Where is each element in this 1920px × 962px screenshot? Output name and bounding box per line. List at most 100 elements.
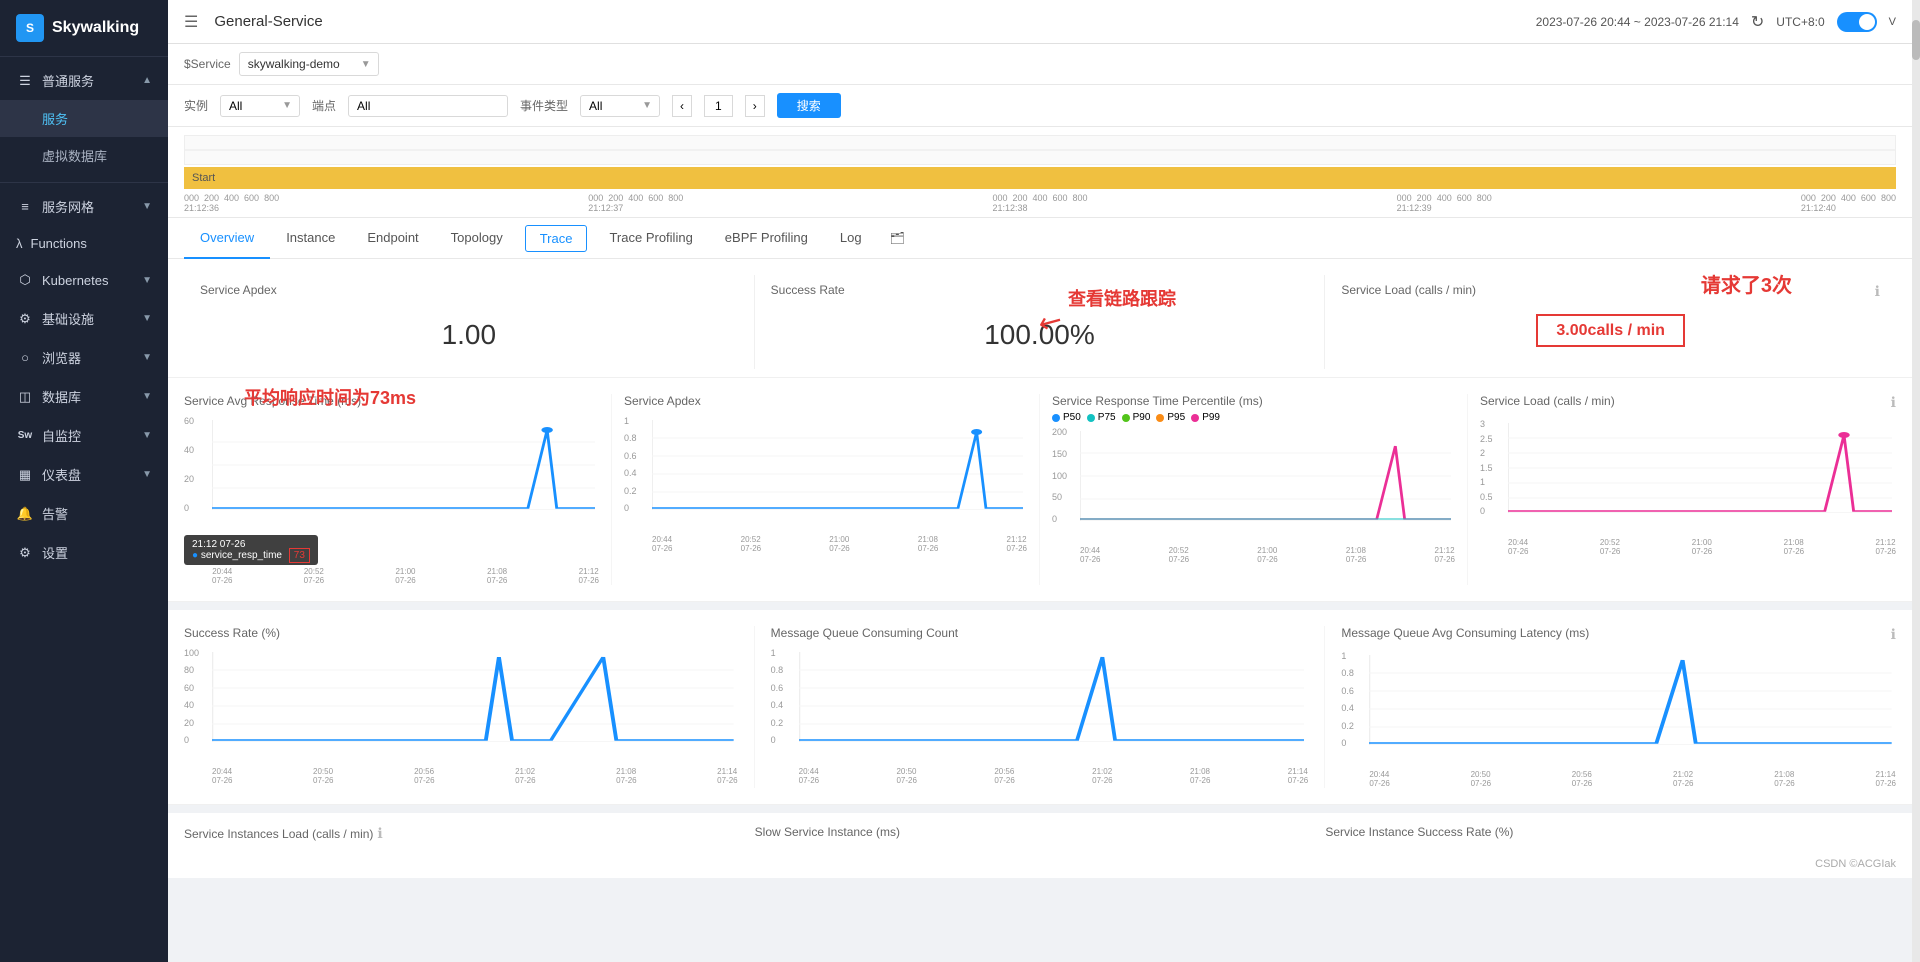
logo: S Skywalking [0, 0, 168, 57]
tab-topology[interactable]: Topology [435, 218, 519, 259]
legend-p99-dot [1191, 414, 1199, 422]
x-label: 20:5207-26 [304, 567, 324, 585]
timeline-area: Start 000 200 400 600 800 21:12:36 000 2… [168, 127, 1912, 218]
x-label: 20:4407-26 [212, 567, 232, 585]
right-scrollbar[interactable] [1912, 0, 1920, 962]
y-label: 20 [184, 474, 194, 484]
scrollbar-thumb[interactable] [1912, 20, 1920, 60]
page-next-button[interactable]: › [745, 95, 765, 117]
service-load-value: 3.00calls / min [1536, 314, 1685, 347]
sidebar-item-functions[interactable]: λ Functions [0, 226, 168, 261]
sidebar-group-service-mesh[interactable]: ≡ 服务网格 ▼ [0, 187, 168, 226]
y-label: 1 [771, 648, 784, 658]
endpoint-input[interactable] [348, 95, 508, 117]
tick-time-5: 21:12:40 [1801, 203, 1836, 213]
service-select[interactable]: skywalking-demo [239, 52, 379, 76]
refresh-icon[interactable]: ↻ [1751, 12, 1764, 32]
page-number[interactable]: 1 [704, 95, 733, 117]
chart-tooltip-avg: 21:12 07-26 ● service_resp_time 73 [184, 535, 318, 565]
legend-p75: P75 [1087, 412, 1116, 423]
dashboard-icon: ▦ [16, 466, 34, 484]
sidebar-group-general-label: 普通服务 [42, 71, 94, 90]
service-instances-info[interactable]: ℹ [377, 825, 382, 842]
x-labels-percentile: 20:4407-26 20:5207-26 21:0007-26 21:0807… [1080, 546, 1455, 564]
requests-annotation: 请求了3次 [1701, 269, 1792, 298]
y-label: 0.2 [771, 718, 784, 728]
tick-group-3: 000 200 400 600 800 21:12:38 [992, 193, 1087, 213]
endpoint-label: 端点 [312, 97, 336, 114]
mq-count-title: Message Queue Consuming Count [771, 626, 1309, 640]
service-load-chart-wrapper: 3 2.5 2 1.5 1 0.5 0 [1480, 419, 1896, 536]
x-label: 20:4407-26 [1369, 770, 1389, 788]
x-label: 21:0207-26 [1092, 767, 1112, 785]
y-label: 60 [184, 416, 194, 426]
x-label: 20:5607-26 [414, 767, 434, 785]
tab-log[interactable]: Log [824, 218, 878, 259]
page-prev-button[interactable]: ‹ [672, 95, 692, 117]
footer-text: CSDN ©ACGIak [1815, 858, 1896, 870]
sidebar-group-dashboard[interactable]: ▦ 仪表盘 ▼ [0, 455, 168, 494]
service-load-info-icon[interactable]: ℹ [1875, 283, 1880, 300]
browser-icon: ○ [16, 349, 34, 367]
x-label: 21:0807-26 [1346, 546, 1366, 564]
sidebar-group-selfmon[interactable]: Sw 自监控 ▼ [0, 416, 168, 455]
mq-count-chart: Message Queue Consuming Count 1 0.8 [755, 626, 1326, 788]
x-label: 21:0007-26 [1257, 546, 1277, 564]
x-label: 21:0807-26 [487, 567, 507, 585]
event-label: 事件类型 [520, 97, 568, 114]
tick-label-3: 000 200 400 600 800 [992, 193, 1087, 203]
y-label: 0.2 [1341, 721, 1354, 731]
sidebar-group-kubernetes-label: Kubernetes [42, 273, 109, 288]
service-load-chart-title: Service Load (calls / min) [1480, 394, 1615, 411]
tab-endpoint[interactable]: Endpoint [351, 218, 434, 259]
tab-overview[interactable]: Overview [184, 218, 270, 259]
chevron-down-icon-k8s: ▼ [142, 275, 152, 286]
slow-service-instance-text: Slow Service Instance (ms) [755, 825, 900, 839]
sidebar-group-settings[interactable]: ⚙ 设置 [0, 533, 168, 572]
x-label: 21:0207-26 [515, 767, 535, 785]
y-label: 0.8 [624, 433, 637, 443]
tab-extra-icon[interactable]: 🗂 [878, 223, 917, 253]
sidebar-group-browser[interactable]: ○ 浏览器 ▼ [0, 338, 168, 377]
tab-ebpf-profiling[interactable]: eBPF Profiling [709, 218, 824, 259]
success-rate-chart: Success Rate (%) 100 80 [184, 626, 755, 788]
tab-instance[interactable]: Instance [270, 218, 351, 259]
mq-latency-title-row: Message Queue Avg Consuming Latency (ms)… [1341, 626, 1896, 643]
y-label: 0.4 [771, 700, 784, 710]
sidebar-group-alert[interactable]: 🔔 告警 [0, 494, 168, 533]
event-select[interactable]: All [580, 95, 660, 117]
success-rate-chart-wrapper: 100 80 60 40 20 0 [184, 648, 738, 765]
sidebar-group-browser-label: 浏览器 [42, 348, 81, 367]
infra-icon: ⚙ [16, 310, 34, 328]
instance-select[interactable]: All [220, 95, 300, 117]
tick-time-4: 21:12:39 [1397, 203, 1432, 213]
legend-p95-dot [1156, 414, 1164, 422]
tab-trace-profiling[interactable]: Trace Profiling [593, 218, 708, 259]
sidebar-section-general: ☰ 普通服务 ▲ 服务 虚拟数据库 [0, 57, 168, 178]
search-button[interactable]: 搜索 [777, 93, 841, 118]
sidebar-group-database[interactable]: ◫ 数据库 ▼ [0, 377, 168, 416]
tick-group-2: 000 200 400 600 800 21:12:37 [588, 193, 683, 213]
hamburger-icon[interactable]: ☰ [184, 12, 198, 32]
sidebar-item-service[interactable]: 服务 [0, 100, 168, 137]
tick-time: 21:12:36 [184, 203, 219, 213]
service-load-chart-info[interactable]: ℹ [1891, 394, 1896, 411]
y-label: 0 [624, 503, 637, 513]
logo-icon: S [16, 14, 44, 42]
mq-latency-chart: Message Queue Avg Consuming Latency (ms)… [1325, 626, 1896, 788]
mq-latency-title: Message Queue Avg Consuming Latency (ms) [1341, 626, 1589, 643]
sidebar-group-infra[interactable]: ⚙ 基础设施 ▼ [0, 299, 168, 338]
sidebar-item-virtual-db[interactable]: 虚拟数据库 [0, 137, 168, 174]
chevron-down-icon-dash: ▼ [142, 469, 152, 480]
y-label: 0.5 [1480, 492, 1493, 502]
y-labels-success: 100 80 60 40 20 0 [184, 648, 199, 745]
x-label: 20:5607-26 [1572, 770, 1592, 788]
tab-trace[interactable]: Trace [525, 225, 588, 252]
sidebar-group-kubernetes[interactable]: ⬡ Kubernetes ▼ [0, 261, 168, 299]
toggle-button[interactable] [1837, 12, 1877, 32]
chevron-down-icon-infra: ▼ [142, 313, 152, 324]
mq-latency-info[interactable]: ℹ [1891, 626, 1896, 643]
sidebar-group-general[interactable]: ☰ 普通服务 ▲ [0, 61, 168, 100]
database-icon: ◫ [16, 388, 34, 406]
apdex-chart-wrapper: 1 0.8 0.6 0.4 0.2 0 [624, 416, 1027, 533]
